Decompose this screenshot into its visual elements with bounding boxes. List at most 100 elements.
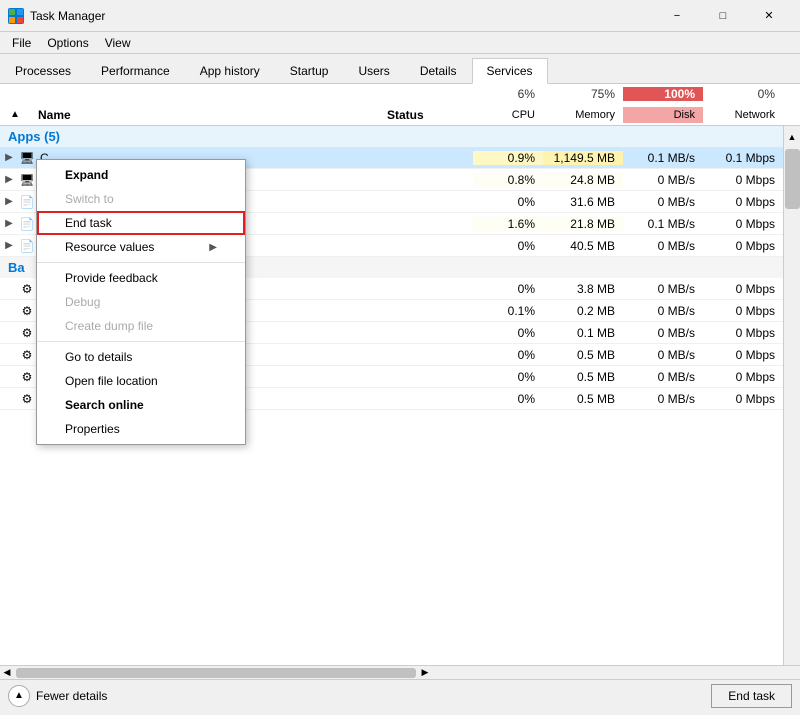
- scrollbar-track: [784, 148, 800, 689]
- horizontal-scrollbar[interactable]: ◀ ▶: [0, 665, 800, 679]
- expand-icon[interactable]: ▶: [0, 218, 18, 229]
- col-network-header[interactable]: Network: [703, 107, 783, 123]
- scroll-right[interactable]: ▶: [418, 666, 432, 680]
- ctx-separator-1: [37, 262, 245, 263]
- ctx-resource-values[interactable]: Resource values ▶: [37, 235, 245, 259]
- process-icon: 📄: [18, 217, 36, 231]
- ctx-go-to-details[interactable]: Go to details: [37, 345, 245, 369]
- end-task-button[interactable]: End task: [711, 684, 792, 708]
- process-cpu: 0%: [473, 282, 543, 296]
- process-memory: 0.5 MB: [543, 392, 623, 406]
- tab-users[interactable]: Users: [343, 58, 404, 84]
- tab-bar: Processes Performance App history Startu…: [0, 54, 800, 84]
- memory-percent: 75%: [543, 87, 623, 101]
- process-disk: 0 MB/s: [623, 348, 703, 362]
- h-scrollbar-thumb[interactable]: [16, 668, 416, 678]
- ctx-switch-to: Switch to: [37, 187, 245, 211]
- tab-startup[interactable]: Startup: [275, 58, 344, 84]
- process-cpu: 0%: [473, 326, 543, 340]
- col-name-header[interactable]: Name: [30, 106, 383, 124]
- process-icon: 🖥: [18, 173, 36, 187]
- tab-performance[interactable]: Performance: [86, 58, 185, 84]
- ctx-end-task[interactable]: End task: [37, 211, 245, 235]
- process-disk: 0 MB/s: [623, 195, 703, 209]
- process-icon: ⚙: [18, 370, 36, 384]
- maximize-button[interactable]: □: [700, 0, 746, 32]
- ctx-provide-feedback[interactable]: Provide feedback: [37, 266, 245, 290]
- scroll-left[interactable]: ◀: [0, 666, 14, 680]
- apps-section-header: Apps (5): [0, 126, 783, 147]
- process-cpu: 0%: [473, 370, 543, 384]
- ctx-open-file-location[interactable]: Open file location: [37, 369, 245, 393]
- fewer-details-icon: ▲: [8, 685, 30, 707]
- process-disk: 0.1 MB/s: [623, 151, 703, 165]
- bottom-bar: ▲ Fewer details End task: [0, 679, 800, 711]
- process-memory: 0.5 MB: [543, 348, 623, 362]
- ctx-properties[interactable]: Properties: [37, 417, 245, 441]
- process-disk: 0.1 MB/s: [623, 217, 703, 231]
- fewer-details-label: Fewer details: [36, 689, 107, 703]
- process-disk: 0 MB/s: [623, 282, 703, 296]
- expand-icon[interactable]: ▶: [0, 240, 18, 251]
- process-network: 0 Mbps: [703, 173, 783, 187]
- process-icon: ⚙: [18, 392, 36, 406]
- col-memory-header[interactable]: Memory: [543, 107, 623, 123]
- process-icon: ⚙: [18, 326, 36, 340]
- menu-bar: File Options View: [0, 32, 800, 54]
- process-network: 0 Mbps: [703, 239, 783, 253]
- fewer-details-button[interactable]: ▲ Fewer details: [8, 685, 107, 707]
- percentage-row: 6% 75% 100% 0%: [0, 84, 800, 104]
- tab-processes[interactable]: Processes: [0, 58, 86, 84]
- ctx-debug: Debug: [37, 290, 245, 314]
- window-controls: − □ ✕: [654, 0, 792, 32]
- process-cpu: 0%: [473, 348, 543, 362]
- process-disk: 0 MB/s: [623, 370, 703, 384]
- col-disk-header[interactable]: Disk: [623, 107, 703, 123]
- process-icon: 🖥: [18, 151, 36, 165]
- process-network: 0 Mbps: [703, 304, 783, 318]
- window-title: Task Manager: [30, 9, 654, 23]
- context-menu: Expand Switch to End task Resource value…: [36, 159, 246, 445]
- menu-file[interactable]: File: [4, 34, 39, 52]
- vertical-scrollbar[interactable]: ▲ ▼: [783, 126, 800, 711]
- process-disk: 0 MB/s: [623, 239, 703, 253]
- process-disk: 0 MB/s: [623, 326, 703, 340]
- process-memory: 0.1 MB: [543, 326, 623, 340]
- process-icon: ⚙: [18, 304, 36, 318]
- network-percent: 0%: [703, 87, 783, 101]
- process-network: 0 Mbps: [703, 392, 783, 406]
- expand-icon[interactable]: ▶: [0, 152, 18, 163]
- process-network: 0 Mbps: [703, 348, 783, 362]
- process-network: 0 Mbps: [703, 195, 783, 209]
- process-network: 0 Mbps: [703, 326, 783, 340]
- ctx-search-online[interactable]: Search online: [37, 393, 245, 417]
- process-network: 0.1 Mbps: [703, 151, 783, 165]
- menu-view[interactable]: View: [97, 34, 139, 52]
- disk-percent: 100%: [623, 87, 703, 101]
- scroll-up[interactable]: ▲: [784, 126, 800, 148]
- process-network: 0 Mbps: [703, 282, 783, 296]
- menu-options[interactable]: Options: [39, 34, 96, 52]
- process-icon: 📄: [18, 195, 36, 209]
- ctx-expand[interactable]: Expand: [37, 163, 245, 187]
- minimize-button[interactable]: −: [654, 0, 700, 32]
- process-memory: 21.8 MB: [543, 217, 623, 231]
- scrollbar-thumb[interactable]: [785, 149, 800, 209]
- process-memory: 40.5 MB: [543, 239, 623, 253]
- tab-details[interactable]: Details: [405, 58, 472, 84]
- tab-services[interactable]: Services: [472, 58, 548, 84]
- cpu-percent: 6%: [473, 87, 543, 101]
- tab-app-history[interactable]: App history: [185, 58, 275, 84]
- process-memory: 1,149.5 MB: [543, 151, 623, 165]
- process-icon: 📄: [18, 239, 36, 253]
- ctx-separator-2: [37, 341, 245, 342]
- col-status-header[interactable]: Status: [383, 106, 473, 124]
- expand-icon[interactable]: ▶: [0, 196, 18, 207]
- sort-arrow: ▲: [0, 107, 30, 122]
- process-memory: 24.8 MB: [543, 173, 623, 187]
- expand-icon[interactable]: ▶: [0, 174, 18, 185]
- col-cpu-header[interactable]: CPU: [473, 107, 543, 123]
- process-cpu: 0.1%: [473, 304, 543, 318]
- process-icon: ⚙: [18, 348, 36, 362]
- close-button[interactable]: ✕: [746, 0, 792, 32]
